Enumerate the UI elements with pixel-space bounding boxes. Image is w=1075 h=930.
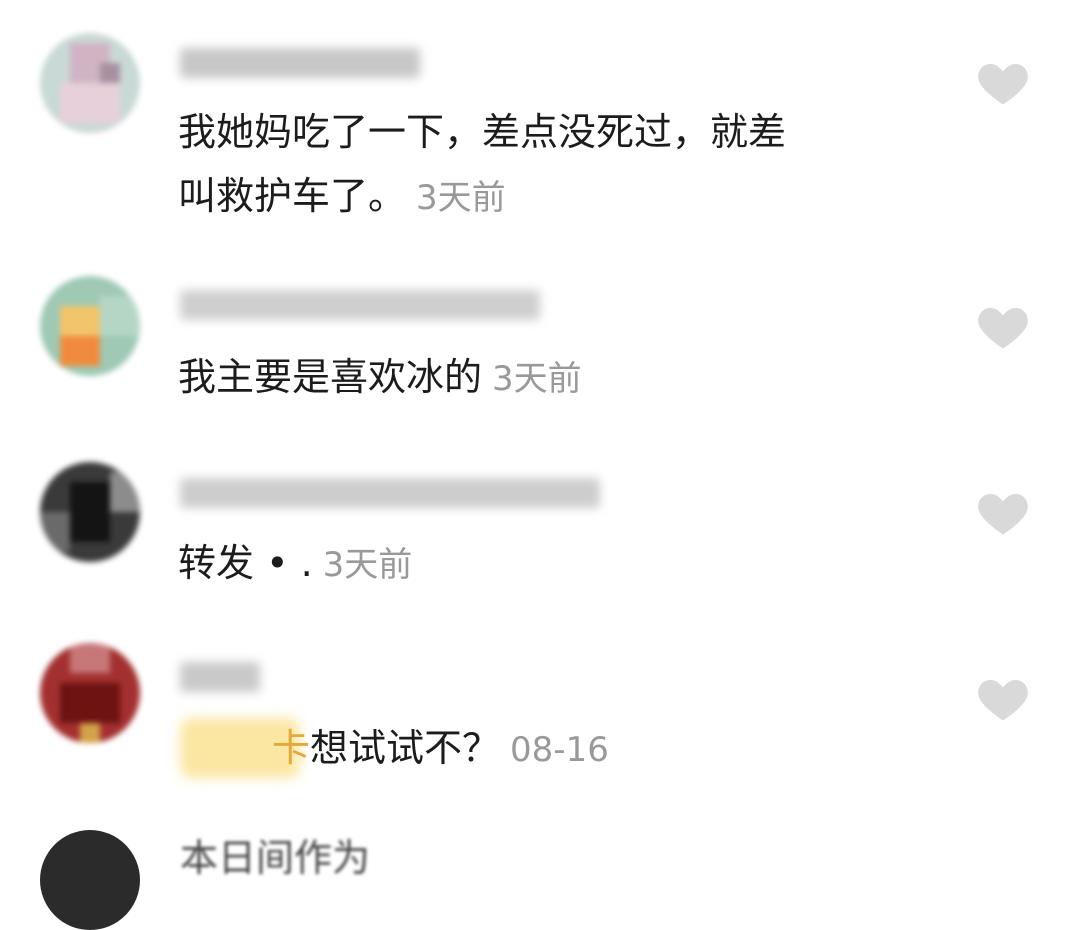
avatar[interactable] [40, 276, 140, 376]
comment-time: 08-16 [510, 730, 609, 770]
comment-text: 转发 • . 3天前 [178, 541, 413, 585]
like-heart-icon[interactable] [976, 487, 1030, 537]
comment-prefix: 卡 [272, 726, 311, 770]
comment-time: 3天前 [492, 359, 582, 399]
comment-text: 我她妈吃了一下，差点没死过，就差 叫救护车了。 3天前 [178, 110, 787, 218]
username-partial: 本日间作为 [180, 836, 371, 880]
avatar[interactable] [40, 33, 140, 133]
username-blurred[interactable] [180, 48, 420, 78]
comment-text: 卡想试试不？ 08-16 [272, 726, 609, 770]
username-blurred[interactable] [180, 662, 260, 692]
comment-text: 我主要是喜欢冰的 3天前 [178, 355, 582, 399]
username-blurred[interactable] [180, 478, 600, 508]
like-heart-icon[interactable] [976, 673, 1030, 723]
like-heart-icon[interactable] [976, 301, 1030, 351]
username-blurred[interactable] [180, 290, 540, 320]
avatar[interactable] [40, 462, 140, 562]
like-heart-icon[interactable] [976, 57, 1030, 107]
comment-time: 3天前 [322, 545, 413, 585]
avatar[interactable] [40, 830, 140, 930]
avatar[interactable] [40, 643, 140, 743]
comment-time: 3天前 [416, 178, 506, 218]
